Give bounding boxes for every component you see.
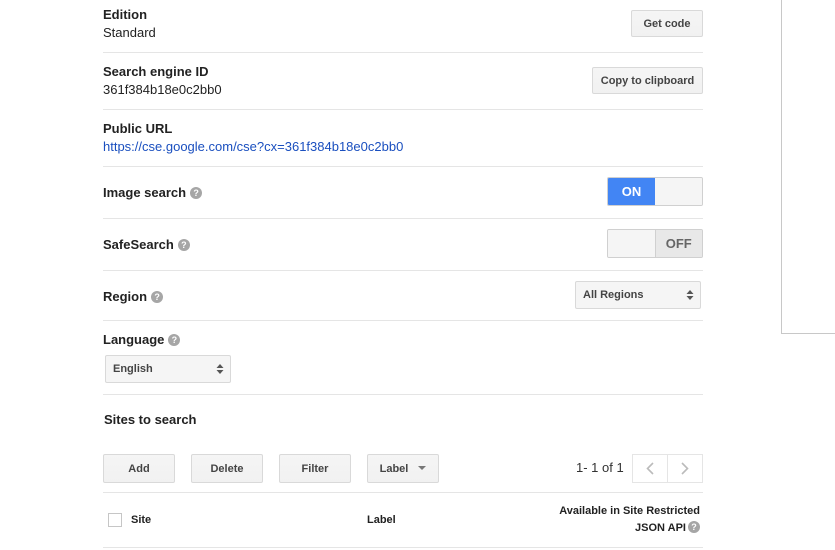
pagination-controls: [632, 454, 703, 483]
sites-title: Sites to search: [104, 412, 197, 427]
column-header-site[interactable]: Site: [131, 514, 151, 526]
image-search-row: Image search?: [103, 184, 203, 202]
chevron-down-icon: [418, 466, 427, 470]
column-header-label[interactable]: Label: [367, 514, 396, 526]
region-label: Region: [103, 289, 148, 304]
label-dropdown-button[interactable]: Label: [367, 454, 439, 483]
safesearch-toggle[interactable]: OFF: [607, 229, 703, 258]
language-row: Language?: [103, 331, 181, 349]
chevron-right-icon: [681, 462, 689, 475]
engine-id-row: Search engine ID 361f384b18e0c2bb0: [103, 64, 222, 97]
chevron-left-icon: [646, 462, 654, 475]
language-label: Language: [103, 332, 165, 347]
get-code-button[interactable]: Get code: [631, 10, 703, 37]
side-panel: [781, 0, 835, 334]
region-select[interactable]: All Regions: [575, 281, 701, 309]
public-url-row: Public URL https://cse.google.com/cse?cx…: [103, 121, 403, 156]
divider: [103, 109, 703, 110]
language-selected: English: [113, 363, 153, 375]
pagination-text: 1- 1 of 1: [576, 460, 624, 475]
edition-row: Edition Standard: [103, 7, 156, 40]
divider: [103, 166, 703, 167]
help-icon[interactable]: ?: [190, 187, 203, 199]
divider: [103, 52, 703, 53]
divider: [103, 547, 703, 548]
delete-button[interactable]: Delete: [191, 454, 263, 483]
region-row: Region?: [103, 288, 164, 306]
edition-label: Edition: [103, 7, 148, 22]
image-search-toggle[interactable]: ON: [607, 177, 703, 206]
available-line1: Available in Site Restricted: [559, 505, 700, 517]
help-icon[interactable]: ?: [151, 291, 164, 303]
column-header-available: Available in Site Restricted JSON API?: [559, 503, 700, 537]
safesearch-label: SafeSearch: [103, 237, 174, 252]
safesearch-row: SafeSearch?: [103, 236, 190, 254]
language-select[interactable]: English: [105, 355, 231, 383]
divider: [103, 270, 703, 271]
divider: [103, 492, 703, 493]
engine-id-value: 361f384b18e0c2bb0: [103, 82, 222, 97]
select-arrows-icon: [216, 364, 224, 374]
public-url-link[interactable]: https://cse.google.com/cse?cx=361f384b18…: [103, 139, 403, 154]
toggle-on-label: ON: [608, 178, 655, 205]
next-page-button[interactable]: [668, 455, 702, 482]
copy-to-clipboard-button[interactable]: Copy to clipboard: [592, 67, 703, 94]
help-icon[interactable]: ?: [168, 334, 181, 346]
help-icon[interactable]: ?: [688, 521, 700, 533]
prev-page-button[interactable]: [633, 455, 668, 482]
divider: [103, 320, 703, 321]
available-line2: JSON API: [635, 522, 686, 534]
region-selected: All Regions: [583, 289, 644, 301]
public-url-label: Public URL: [103, 121, 173, 136]
select-arrows-icon: [686, 290, 694, 300]
divider: [103, 394, 703, 395]
edition-value: Standard: [103, 25, 156, 40]
divider: [103, 218, 703, 219]
toggle-off-label: OFF: [654, 230, 702, 257]
help-icon[interactable]: ?: [177, 239, 190, 251]
label-dropdown-text: Label: [379, 462, 409, 475]
select-all-checkbox[interactable]: [108, 513, 122, 527]
image-search-label: Image search: [103, 185, 187, 200]
filter-button[interactable]: Filter: [279, 454, 351, 483]
add-button[interactable]: Add: [103, 454, 175, 483]
engine-id-label: Search engine ID: [103, 64, 209, 79]
